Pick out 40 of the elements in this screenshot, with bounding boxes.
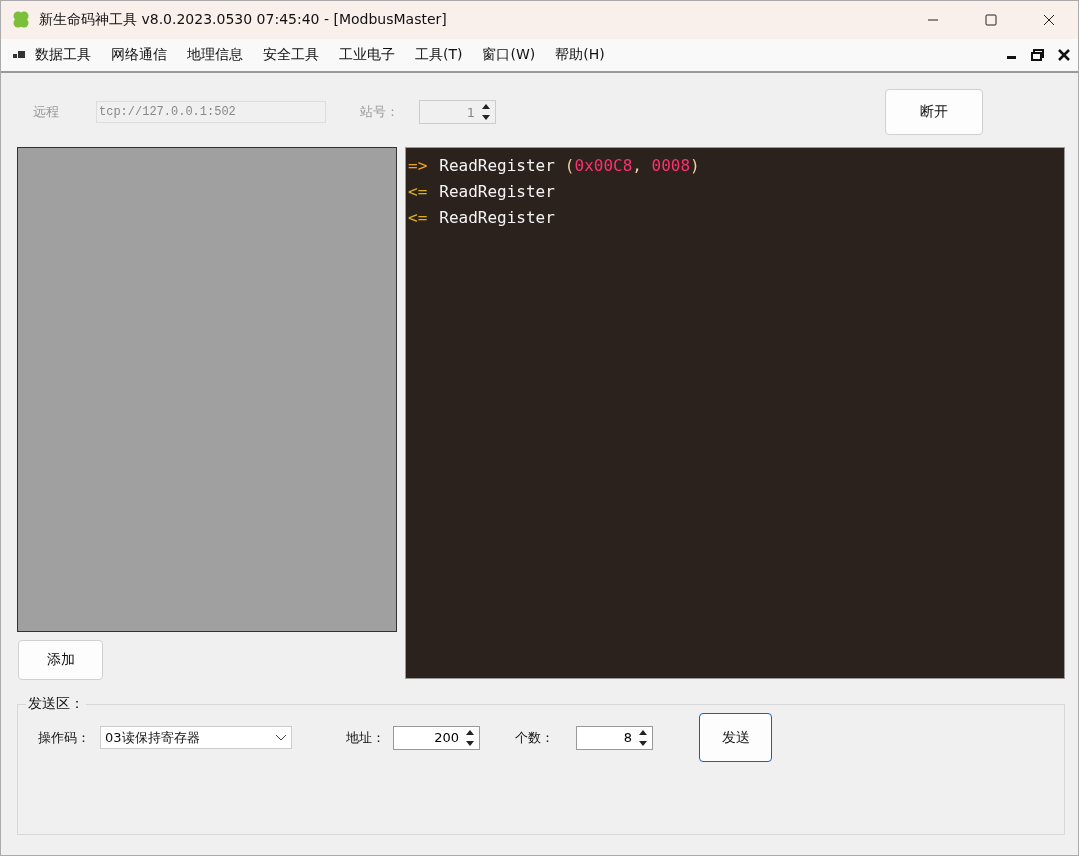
maximize-icon[interactable] [985, 14, 997, 26]
close-icon[interactable] [1058, 49, 1070, 61]
remote-label: 远程 [33, 103, 59, 121]
log-punctuation: , [632, 155, 643, 175]
address-label: 地址： [346, 728, 385, 747]
log-punctuation: ( [564, 155, 575, 175]
count-spinner[interactable]: 8 [576, 725, 653, 750]
opcode-dropdown[interactable]: 03读保持寄存器 [100, 726, 292, 749]
menu-item[interactable]: 工业电子 [329, 46, 405, 64]
clover-icon [11, 10, 31, 30]
add-button[interactable]: 添加 [18, 640, 103, 680]
log-command: ReadRegister [439, 181, 555, 201]
menu-item[interactable]: 工具(T) [405, 46, 473, 64]
menu-item[interactable]: 安全工具 [253, 46, 329, 64]
count-field[interactable]: 8 [577, 726, 634, 749]
close-icon[interactable] [1043, 14, 1055, 26]
direction-arrow: <= [408, 181, 428, 201]
address-spinner[interactable]: 200 [393, 725, 480, 750]
log-punctuation: ) [690, 155, 700, 175]
direction-arrow: => [408, 155, 428, 175]
count-label: 个数： [515, 728, 554, 747]
log-value: 0008 [651, 155, 691, 175]
menu-item[interactable]: 帮助(H) [545, 46, 615, 64]
log-command: ReadRegister [439, 155, 555, 175]
menu-item[interactable]: 地理信息 [177, 46, 253, 64]
restore-icon[interactable] [1031, 49, 1044, 61]
chevron-down-icon [275, 733, 287, 742]
send-area-legend: 发送区： [26, 695, 86, 713]
log-command: ReadRegister [439, 207, 555, 227]
direction-arrow: <= [408, 207, 428, 227]
address-field[interactable]: 200 [394, 726, 461, 749]
window-menu-icon[interactable] [13, 50, 25, 60]
send-button[interactable]: 发送 [699, 713, 772, 762]
menu-item[interactable]: 数据工具 [25, 46, 101, 64]
menu-item[interactable]: 网络通信 [101, 46, 177, 64]
log-value: 0x00C8 [574, 155, 633, 175]
opcode-label: 操作码： [38, 728, 90, 747]
station-label: 站号： [360, 103, 399, 121]
menu-item[interactable]: 窗口(W) [472, 46, 546, 64]
window-title: 新生命码神工具 v8.0.2023.0530 07:45:40 - [ModbusMaster] [39, 11, 448, 29]
